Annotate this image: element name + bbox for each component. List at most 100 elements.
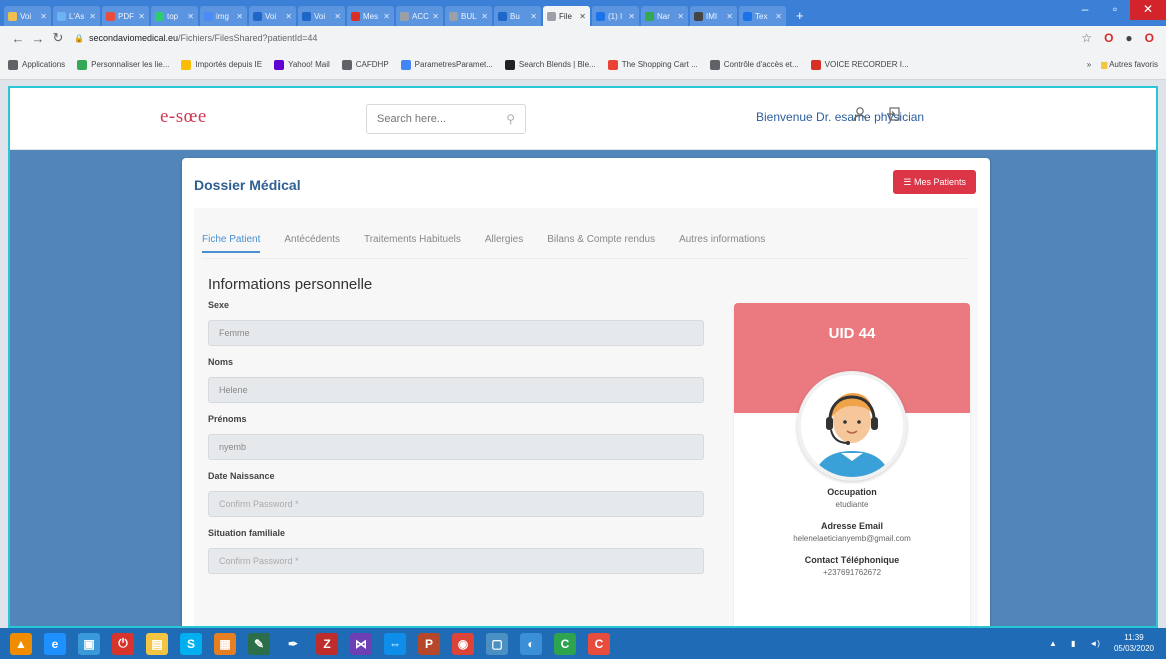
- bookmark-item[interactable]: Yahoo! Mail: [274, 59, 330, 70]
- logout-icon[interactable]: [886, 106, 902, 125]
- tab-close-icon[interactable]: ✕: [481, 12, 488, 21]
- network-icon[interactable]: ▮: [1071, 639, 1075, 648]
- reload-button[interactable]: ↻: [48, 30, 68, 46]
- visual-studio-icon[interactable]: ⋈: [350, 632, 372, 655]
- camtasia-icon[interactable]: C: [554, 632, 576, 655]
- bookmark-item[interactable]: VOICE RECORDER I...: [810, 59, 909, 70]
- browser-tab[interactable]: Mes ✕: [347, 6, 394, 26]
- tab-close-icon[interactable]: ✕: [530, 12, 537, 21]
- tab-fiche-patient[interactable]: Fiche Patient: [202, 234, 261, 253]
- bookmark-item[interactable]: Applications: [8, 59, 65, 70]
- field-input[interactable]: [208, 548, 704, 574]
- field-input[interactable]: [208, 320, 704, 346]
- url-field[interactable]: 🔒 secondaviomedical.eu /Fichiers/FilesSh…: [74, 29, 1081, 47]
- maximize-button[interactable]: ▫: [1100, 0, 1130, 20]
- app-c-icon[interactable]: C: [588, 632, 610, 655]
- tab-close-icon[interactable]: ✕: [285, 12, 292, 21]
- bookmark-item[interactable]: Search Blends | Ble...: [504, 59, 596, 70]
- tab-title: Nar: [657, 11, 670, 21]
- tab-traitements-habituels[interactable]: Traitements Habituels: [364, 234, 461, 253]
- clock[interactable]: 11:39 05/03/2020: [1114, 632, 1154, 654]
- opera-icon[interactable]: O: [1145, 31, 1154, 45]
- browser-tab[interactable]: BUL ✕: [445, 6, 492, 26]
- site-logo[interactable]: e-sœe: [160, 106, 207, 128]
- tab-close-icon[interactable]: ✕: [334, 12, 341, 21]
- desktop-icon[interactable]: ▣: [78, 632, 100, 655]
- tab-close-icon[interactable]: ✕: [236, 12, 243, 21]
- minimize-button[interactable]: –: [1070, 0, 1100, 20]
- browser-tab[interactable]: Tex ✕: [739, 6, 786, 26]
- browser-tab[interactable]: L'As ✕: [53, 6, 100, 26]
- browser-tab[interactable]: Nar ✕: [641, 6, 688, 26]
- field-label: Noms: [208, 357, 234, 367]
- new-tab-button[interactable]: +: [788, 8, 812, 26]
- bookmark-item[interactable]: The Shopping Cart ...: [607, 59, 698, 70]
- field-input[interactable]: [208, 434, 704, 460]
- tab-close-icon[interactable]: ✕: [677, 12, 684, 21]
- publisher-icon[interactable]: P: [418, 632, 440, 655]
- bookmark-star-icon[interactable]: ☆: [1081, 31, 1092, 45]
- browser-tab[interactable]: Voi ✕: [4, 6, 51, 26]
- folder-icon[interactable]: ▤: [146, 632, 168, 655]
- other-bookmarks-folder[interactable]: ▆ Autres favoris: [1101, 60, 1158, 69]
- tab-ant-c-dents[interactable]: Antécédents: [284, 234, 340, 253]
- window-icon[interactable]: ▢: [486, 632, 508, 655]
- tabs-divider: [202, 258, 968, 259]
- tab-autres-informations[interactable]: Autres informations: [679, 234, 765, 253]
- medical-record-card: Dossier Médical ☰ Mes Patients Fiche Pat…: [182, 158, 990, 626]
- tab-close-icon[interactable]: ✕: [432, 12, 439, 21]
- volume-icon[interactable]: ◄): [1089, 639, 1100, 648]
- mes-patients-button[interactable]: ☰ Mes Patients: [893, 170, 976, 194]
- tab-close-icon[interactable]: ✕: [579, 12, 586, 21]
- vlc-icon[interactable]: ▲: [10, 632, 32, 655]
- bookmark-item[interactable]: Contrôle d'accès et...: [709, 59, 799, 70]
- tab-close-icon[interactable]: ✕: [775, 12, 782, 21]
- tab-close-icon[interactable]: ✕: [726, 12, 733, 21]
- search-icon[interactable]: ⚲: [506, 112, 515, 126]
- internet-explorer-icon[interactable]: e: [44, 632, 66, 655]
- back-button[interactable]: ←: [8, 31, 28, 46]
- power-icon[interactable]: ⏻: [112, 632, 134, 655]
- bookmark-item[interactable]: CAFDHP: [341, 59, 389, 70]
- tab-bilans-compte-rendus[interactable]: Bilans & Compte rendus: [547, 234, 655, 253]
- tab-close-icon[interactable]: ✕: [89, 12, 96, 21]
- skype-icon[interactable]: S: [180, 632, 202, 655]
- tab-allergies[interactable]: Allergies: [485, 234, 523, 253]
- pen-icon[interactable]: ✎: [248, 632, 270, 655]
- field-input[interactable]: [208, 377, 704, 403]
- browser-tab[interactable]: PDF ✕: [102, 6, 149, 26]
- opera-extension-icon[interactable]: O: [1104, 31, 1113, 45]
- browser-tab[interactable]: File ✕: [543, 6, 590, 26]
- tab-close-icon[interactable]: ✕: [138, 12, 145, 21]
- profile-extension-icon[interactable]: ●: [1125, 31, 1132, 45]
- browser-tab[interactable]: (1) I ✕: [592, 6, 639, 26]
- search-input[interactable]: [377, 113, 487, 125]
- field-input[interactable]: [208, 491, 704, 517]
- browser-tab[interactable]: IMI ✕: [690, 6, 737, 26]
- bookmark-item[interactable]: ParametresParamet...: [400, 59, 493, 70]
- chrome-icon[interactable]: ◉: [452, 632, 474, 655]
- browser-tab[interactable]: Bu ✕: [494, 6, 541, 26]
- browser-tab[interactable]: ACC ✕: [396, 6, 443, 26]
- quill-icon[interactable]: ✒: [282, 632, 304, 655]
- bookmark-item[interactable]: Importés depuis IE: [181, 59, 262, 70]
- tray-arrow-icon[interactable]: ▲: [1049, 639, 1057, 648]
- bookmark-item[interactable]: Personnaliser les lie...: [77, 59, 169, 70]
- forward-button[interactable]: →: [28, 31, 48, 46]
- tab-close-icon[interactable]: ✕: [187, 12, 194, 21]
- email-value: helenelaeticianyemb@gmail.com: [793, 534, 911, 543]
- browser-tab[interactable]: Voi ✕: [249, 6, 296, 26]
- user-profile-icon[interactable]: [852, 106, 868, 125]
- tab-close-icon[interactable]: ✕: [628, 12, 635, 21]
- close-window-button[interactable]: ✕: [1130, 0, 1166, 20]
- edge-icon[interactable]: ◐: [520, 632, 542, 655]
- filezilla-icon[interactable]: Z: [316, 632, 338, 655]
- browser-tab[interactable]: img ✕: [200, 6, 247, 26]
- browser-tab[interactable]: Voi ✕: [298, 6, 345, 26]
- more-bookmarks-button[interactable]: »: [1087, 60, 1091, 69]
- tab-close-icon[interactable]: ✕: [40, 12, 47, 21]
- calendar-icon[interactable]: ▦: [214, 632, 236, 655]
- tab-close-icon[interactable]: ✕: [383, 12, 390, 21]
- teamviewer-icon[interactable]: ⇔: [384, 632, 406, 655]
- browser-tab[interactable]: top ✕: [151, 6, 198, 26]
